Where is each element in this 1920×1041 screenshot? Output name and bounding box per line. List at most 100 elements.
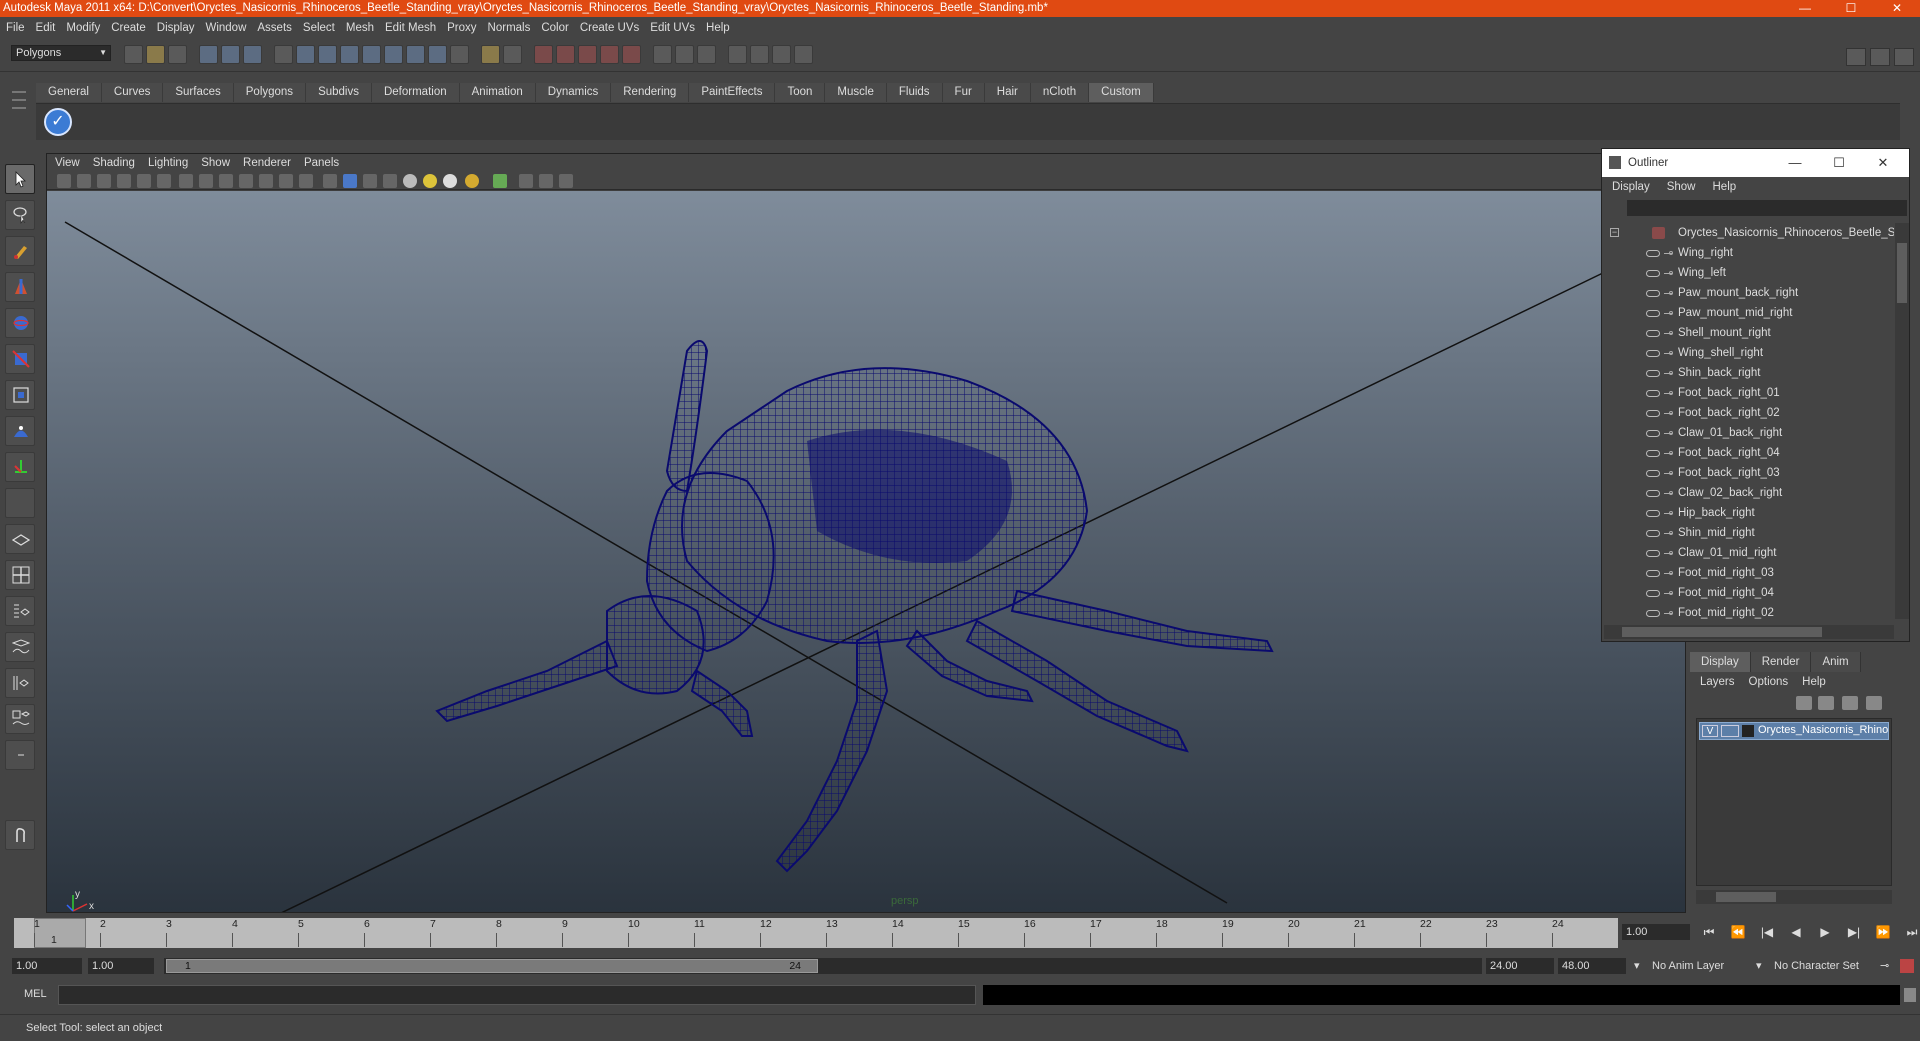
outliner-root-item[interactable]: − Oryctes_Nasicornis_Rhinoceros_Beetle_S…	[1602, 223, 1894, 243]
select-dynamics-icon[interactable]	[406, 45, 425, 64]
channel-box-toggle-icon[interactable]	[1894, 48, 1914, 66]
move-layer-up-icon[interactable]	[1796, 696, 1812, 710]
scrollbar-thumb[interactable]	[1716, 892, 1776, 902]
new-scene-icon[interactable]	[124, 45, 143, 64]
resolution-gate-icon[interactable]	[219, 174, 233, 188]
shelf-tab-muscle[interactable]: Muscle	[825, 83, 887, 102]
shelf-tab-fluids[interactable]: Fluids	[886, 83, 943, 102]
select-camera-icon[interactable]	[57, 174, 71, 188]
rotate-tool-icon[interactable]	[5, 308, 35, 338]
shadows-icon[interactable]	[423, 174, 437, 188]
outliner-vertical-scrollbar[interactable]	[1895, 223, 1909, 619]
field-chart-icon[interactable]	[259, 174, 273, 188]
use-all-lights-icon[interactable]	[403, 174, 417, 188]
beetle-mesh[interactable]	[435, 340, 1274, 873]
viewport-menu-lighting[interactable]: Lighting	[148, 157, 188, 169]
render-view-layout-icon[interactable]	[5, 704, 35, 734]
output-ops-icon[interactable]	[675, 45, 694, 64]
menu-mesh[interactable]: Mesh	[346, 22, 374, 34]
image-plane-icon[interactable]	[117, 174, 131, 188]
check-icon[interactable]: ✓	[44, 108, 72, 136]
menu-window[interactable]: Window	[205, 22, 246, 34]
move-tool-icon[interactable]	[5, 272, 35, 302]
wireframe-icon[interactable]	[323, 174, 337, 188]
highlight-selection-icon[interactable]	[503, 45, 522, 64]
character-set-select[interactable]: No Character Set	[1774, 958, 1859, 974]
shelf-tab-dynamics[interactable]: Dynamics	[535, 83, 612, 102]
animation-end-field[interactable]: 48.00	[1558, 958, 1626, 974]
command-language-label[interactable]: MEL	[24, 988, 47, 1000]
grease-pencil-icon[interactable]	[157, 174, 171, 188]
xray-components-icon[interactable]	[559, 174, 573, 188]
go-to-start-button[interactable]: ⏮	[1698, 924, 1720, 940]
outliner-filter-input[interactable]	[1627, 200, 1907, 216]
menu-set-select[interactable]: Polygons ▼	[11, 45, 111, 61]
outliner-item[interactable]: Claw_01_mid_right	[1602, 543, 1894, 563]
snap-point-icon[interactable]	[578, 45, 597, 64]
select-mask-icon[interactable]	[274, 45, 293, 64]
scrollbar-thumb[interactable]	[1897, 243, 1907, 303]
more-layouts-icon[interactable]	[5, 740, 35, 770]
select-curves-icon[interactable]	[340, 45, 359, 64]
select-tool-icon[interactable]	[5, 164, 35, 194]
play-forwards-button[interactable]: ▶	[1814, 924, 1836, 940]
layer-tab-display[interactable]: Display	[1690, 652, 1751, 672]
chevron-down-icon[interactable]: ▾	[1756, 958, 1762, 974]
high-quality-icon[interactable]	[465, 174, 479, 188]
attribute-editor-toggle-icon[interactable]	[1846, 48, 1866, 66]
two-d-pan-zoom-icon[interactable]	[137, 174, 151, 188]
shelf-tab-animation[interactable]: Animation	[459, 83, 536, 102]
outliner-item[interactable]: Shin_back_right	[1602, 363, 1894, 383]
input-ops-icon[interactable]	[653, 45, 672, 64]
outliner-item[interactable]: Foot_mid_right_03	[1602, 563, 1894, 583]
single-perspective-layout-icon[interactable]	[5, 524, 35, 554]
make-live-icon[interactable]	[622, 45, 641, 64]
outliner-maximize-button[interactable]: ☐	[1817, 149, 1861, 177]
select-deformations-icon[interactable]	[384, 45, 403, 64]
isolate-select-icon[interactable]	[493, 174, 507, 188]
layer-menu-layers[interactable]: Layers	[1700, 676, 1735, 688]
menu-file[interactable]: File	[6, 22, 25, 34]
shelf-tab-deformation[interactable]: Deformation	[371, 83, 460, 102]
shelf-tab-painteffects[interactable]: PaintEffects	[689, 83, 776, 102]
wireframe-on-shaded-icon[interactable]	[363, 174, 377, 188]
select-rendering-icon[interactable]	[428, 45, 447, 64]
shelf-tab-toon[interactable]: Toon	[775, 83, 826, 102]
layer-menu-options[interactable]: Options	[1749, 676, 1789, 688]
shelf-tab-general[interactable]: General	[36, 83, 102, 102]
outliner-menu-show[interactable]: Show	[1667, 181, 1696, 193]
select-object-icon[interactable]	[221, 45, 240, 64]
render-view-icon[interactable]	[728, 45, 747, 64]
lasso-tool-icon[interactable]	[5, 200, 35, 230]
step-forward-frame-button[interactable]: ▶|	[1843, 924, 1865, 940]
viewport-menu-view[interactable]: View	[55, 157, 80, 169]
outliner-menu-display[interactable]: Display	[1612, 181, 1650, 193]
shelf-tab-fur[interactable]: Fur	[942, 83, 985, 102]
step-back-key-button[interactable]: ⏪	[1727, 924, 1749, 940]
shelf-tab-hair[interactable]: Hair	[984, 83, 1031, 102]
soft-modification-tool-icon[interactable]	[5, 416, 35, 446]
textured-icon[interactable]	[383, 174, 397, 188]
shelf-tab-surfaces[interactable]: Surfaces	[163, 83, 234, 102]
collapse-icon[interactable]: −	[1610, 228, 1619, 237]
menu-create-uvs[interactable]: Create UVs	[580, 22, 639, 34]
last-tool-icon[interactable]	[5, 488, 35, 518]
outliner-menu-help[interactable]: Help	[1713, 181, 1737, 193]
outliner-item[interactable]: Hip_back_right	[1602, 503, 1894, 523]
outliner-minimize-button[interactable]: —	[1773, 149, 1817, 177]
xray-icon[interactable]	[519, 174, 533, 188]
outliner-layout-icon[interactable]	[5, 596, 35, 626]
go-to-end-button[interactable]: ⏭	[1901, 924, 1920, 940]
outliner-item[interactable]: Foot_mid_right_02	[1602, 603, 1894, 619]
minimize-button[interactable]: —	[1782, 0, 1828, 17]
layer-horizontal-scrollbar[interactable]	[1696, 890, 1892, 904]
outliner-item[interactable]: Claw_01_back_right	[1602, 423, 1894, 443]
viewport-canvas[interactable]: y x persp	[47, 191, 1685, 912]
quick-layout-icon[interactable]	[5, 820, 35, 850]
lock-selection-icon[interactable]	[481, 45, 500, 64]
layer-tab-anim[interactable]: Anim	[1811, 652, 1861, 672]
step-forward-key-button[interactable]: ⏩	[1872, 924, 1894, 940]
anim-layer-select[interactable]: No Anim Layer	[1652, 958, 1724, 974]
script-editor-icon[interactable]	[1904, 988, 1916, 1002]
layer-color-swatch[interactable]	[1742, 725, 1754, 737]
